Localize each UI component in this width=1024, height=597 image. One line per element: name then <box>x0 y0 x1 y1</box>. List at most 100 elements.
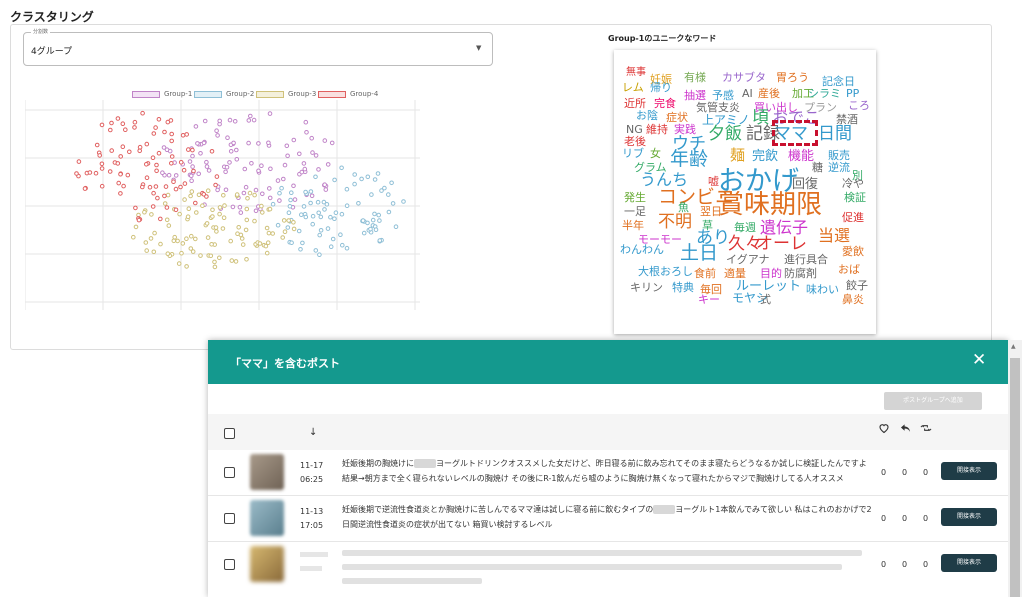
scatter-point <box>177 211 182 217</box>
wordcloud-word[interactable]: 味わい <box>806 284 839 295</box>
wordcloud-word[interactable]: キー <box>698 294 720 305</box>
scatter-point <box>339 165 344 171</box>
wordcloud-word[interactable]: お陰 <box>636 110 658 121</box>
close-icon[interactable]: ✕ <box>972 350 986 370</box>
wordcloud-word[interactable]: 検証 <box>844 192 866 203</box>
row-checkbox[interactable] <box>224 467 235 478</box>
row-checkbox[interactable] <box>224 559 235 570</box>
heart-icon <box>879 424 889 434</box>
wordcloud-word[interactable]: シラミ <box>808 88 841 99</box>
scrollbar-thumb[interactable] <box>1010 358 1020 597</box>
wordcloud-word[interactable]: 気管支炎 <box>696 102 740 113</box>
view-post-button[interactable]: 開接表示 <box>941 508 997 526</box>
wordcloud-word[interactable]: 半年 <box>622 220 644 231</box>
scatter-point <box>144 248 149 253</box>
legend-item[interactable]: Group-3 <box>256 90 316 98</box>
wordcloud-word[interactable]: 年齢 <box>670 150 708 169</box>
wordcloud-word[interactable]: 発生 <box>624 192 646 203</box>
wordcloud-word[interactable]: 完食 <box>654 98 676 109</box>
wordcloud-word[interactable]: 鼻炎 <box>842 294 864 305</box>
table-row[interactable]: 11-13 17:05 妊娠後期で逆流性食道炎とか胸焼けに苦しんでるママ達は試しに… <box>208 496 1008 542</box>
select-all-checkbox[interactable] <box>224 428 235 439</box>
wordcloud-word[interactable]: 夕飯 <box>708 126 742 143</box>
scatter-point <box>241 190 247 196</box>
scatter-point <box>173 173 179 178</box>
wordcloud-word[interactable]: 帰り <box>650 82 672 93</box>
wordcloud-word[interactable]: 近所 <box>624 98 646 109</box>
wordcloud-word[interactable]: わんわん <box>620 244 664 255</box>
scatter-point <box>291 183 296 189</box>
wordcloud-word[interactable]: 特典 <box>672 282 694 293</box>
wordcloud-word[interactable]: 愛飲 <box>842 246 864 257</box>
wordcloud-word[interactable]: 逆流 <box>828 162 850 173</box>
wordcloud-word[interactable]: 適量 <box>724 268 746 279</box>
wordcloud-word[interactable]: 当選 <box>818 228 850 244</box>
wordcloud-word[interactable]: 老後 <box>624 136 646 147</box>
wordcloud-word[interactable]: 不明 <box>658 214 692 231</box>
wordcloud-word[interactable]: 機能 <box>788 150 814 163</box>
wordcloud-word[interactable]: 日間 <box>818 126 852 143</box>
legend-item[interactable]: Group-4 <box>318 90 378 98</box>
wordcloud-word[interactable]: 餃子 <box>846 280 868 291</box>
wordcloud-word[interactable]: 防腐剤 <box>784 268 817 279</box>
wordcloud-word[interactable]: 記念日 <box>822 76 855 87</box>
wordcloud-word[interactable]: 無事 <box>626 68 646 78</box>
wordcloud-word[interactable]: 冷や <box>842 178 864 189</box>
row-checkbox[interactable] <box>224 513 235 524</box>
wordcloud: 無事 妊娠 有様 カサブタ 胃ろう レム 帰り 記念日 抽選 予感 AI 産後 加工 シラミ PP 近所 完食気… <box>614 50 876 334</box>
scatter-point <box>182 181 188 186</box>
scatter-point <box>148 236 154 241</box>
view-post-button[interactable]: 開接表示 <box>941 462 997 480</box>
table-row[interactable]: 11-17 06:25 妊娠後期の胸焼けに ヨーグルトドリンクオススメした女だけど、… <box>208 450 1008 496</box>
wordcloud-word[interactable]: 進行具合 <box>784 254 828 265</box>
legend-item[interactable]: Group-2 <box>194 90 254 98</box>
wordcloud-word[interactable]: イグアナ <box>726 254 770 265</box>
wordcloud-word[interactable]: レム <box>622 82 644 93</box>
wordcloud-word[interactable]: 胃ろう <box>776 72 809 83</box>
scatter-point <box>160 170 165 175</box>
wordcloud-word[interactable]: オーレ <box>756 236 807 253</box>
wordcloud-word[interactable]: 毎週 <box>734 222 756 233</box>
wordcloud-word[interactable]: 賞味期限 <box>718 192 822 218</box>
wordcloud-word[interactable]: おば <box>838 264 860 275</box>
scroll-up-icon[interactable]: ▲ <box>1011 343 1016 350</box>
wordcloud-word[interactable]: ころ <box>848 100 870 111</box>
wordcloud-word[interactable]: 女 <box>650 148 661 159</box>
sort-arrow-icon[interactable]: ↓ <box>309 427 317 438</box>
view-post-button[interactable]: 開接表示 <box>941 554 997 572</box>
wordcloud-word[interactable]: 食前 <box>694 268 716 279</box>
highlight-box <box>772 120 818 146</box>
scatter-point <box>247 190 253 196</box>
scatter-point <box>291 226 297 232</box>
group-count-select[interactable] <box>23 32 493 66</box>
scatter-point <box>338 232 343 237</box>
add-to-post-group-button[interactable]: ポストグループへ追加 <box>884 392 982 410</box>
wordcloud-word[interactable]: 促進 <box>842 212 864 223</box>
wordcloud-word[interactable]: 産後 <box>758 88 780 99</box>
wordcloud-word[interactable]: リブ <box>622 148 644 159</box>
wordcloud-word[interactable]: キリン <box>630 282 663 293</box>
wordcloud-word[interactable]: 麺 <box>730 148 745 163</box>
legend-item[interactable]: Group-1 <box>132 90 192 98</box>
wordcloud-word[interactable]: 一足 <box>624 206 646 217</box>
wordcloud-word[interactable]: 予感 <box>712 90 734 101</box>
wordcloud-word[interactable]: PP <box>846 88 859 99</box>
wordcloud-word[interactable]: 販売 <box>828 150 850 161</box>
chevron-down-icon[interactable]: ▼ <box>476 44 481 52</box>
wordcloud-word[interactable]: 大根おろし <box>638 266 693 277</box>
wordcloud-word[interactable]: 完飲 <box>752 150 778 163</box>
wordcloud-word[interactable]: 有様 <box>684 72 706 83</box>
wordcloud-word[interactable]: 症状 <box>666 112 688 123</box>
wordcloud-word[interactable]: 目的 <box>760 268 782 279</box>
reply-count: 0 <box>902 514 908 523</box>
table-row[interactable]: 0 0 0 開接表示 <box>208 542 1008 597</box>
wordcloud-word[interactable]: AI <box>742 88 753 99</box>
wordcloud-word[interactable]: NG <box>626 124 643 135</box>
wordcloud-word[interactable]: 維持 <box>646 124 668 135</box>
scatter-point <box>182 197 187 202</box>
wordcloud-word[interactable]: 式 <box>760 294 771 305</box>
wordcloud-word[interactable]: 抽選 <box>684 90 706 101</box>
wordcloud-word[interactable]: カサブタ <box>722 72 766 83</box>
wordcloud-word[interactable]: 糖 <box>812 162 823 173</box>
wordcloud-word[interactable]: 土日 <box>680 244 718 263</box>
